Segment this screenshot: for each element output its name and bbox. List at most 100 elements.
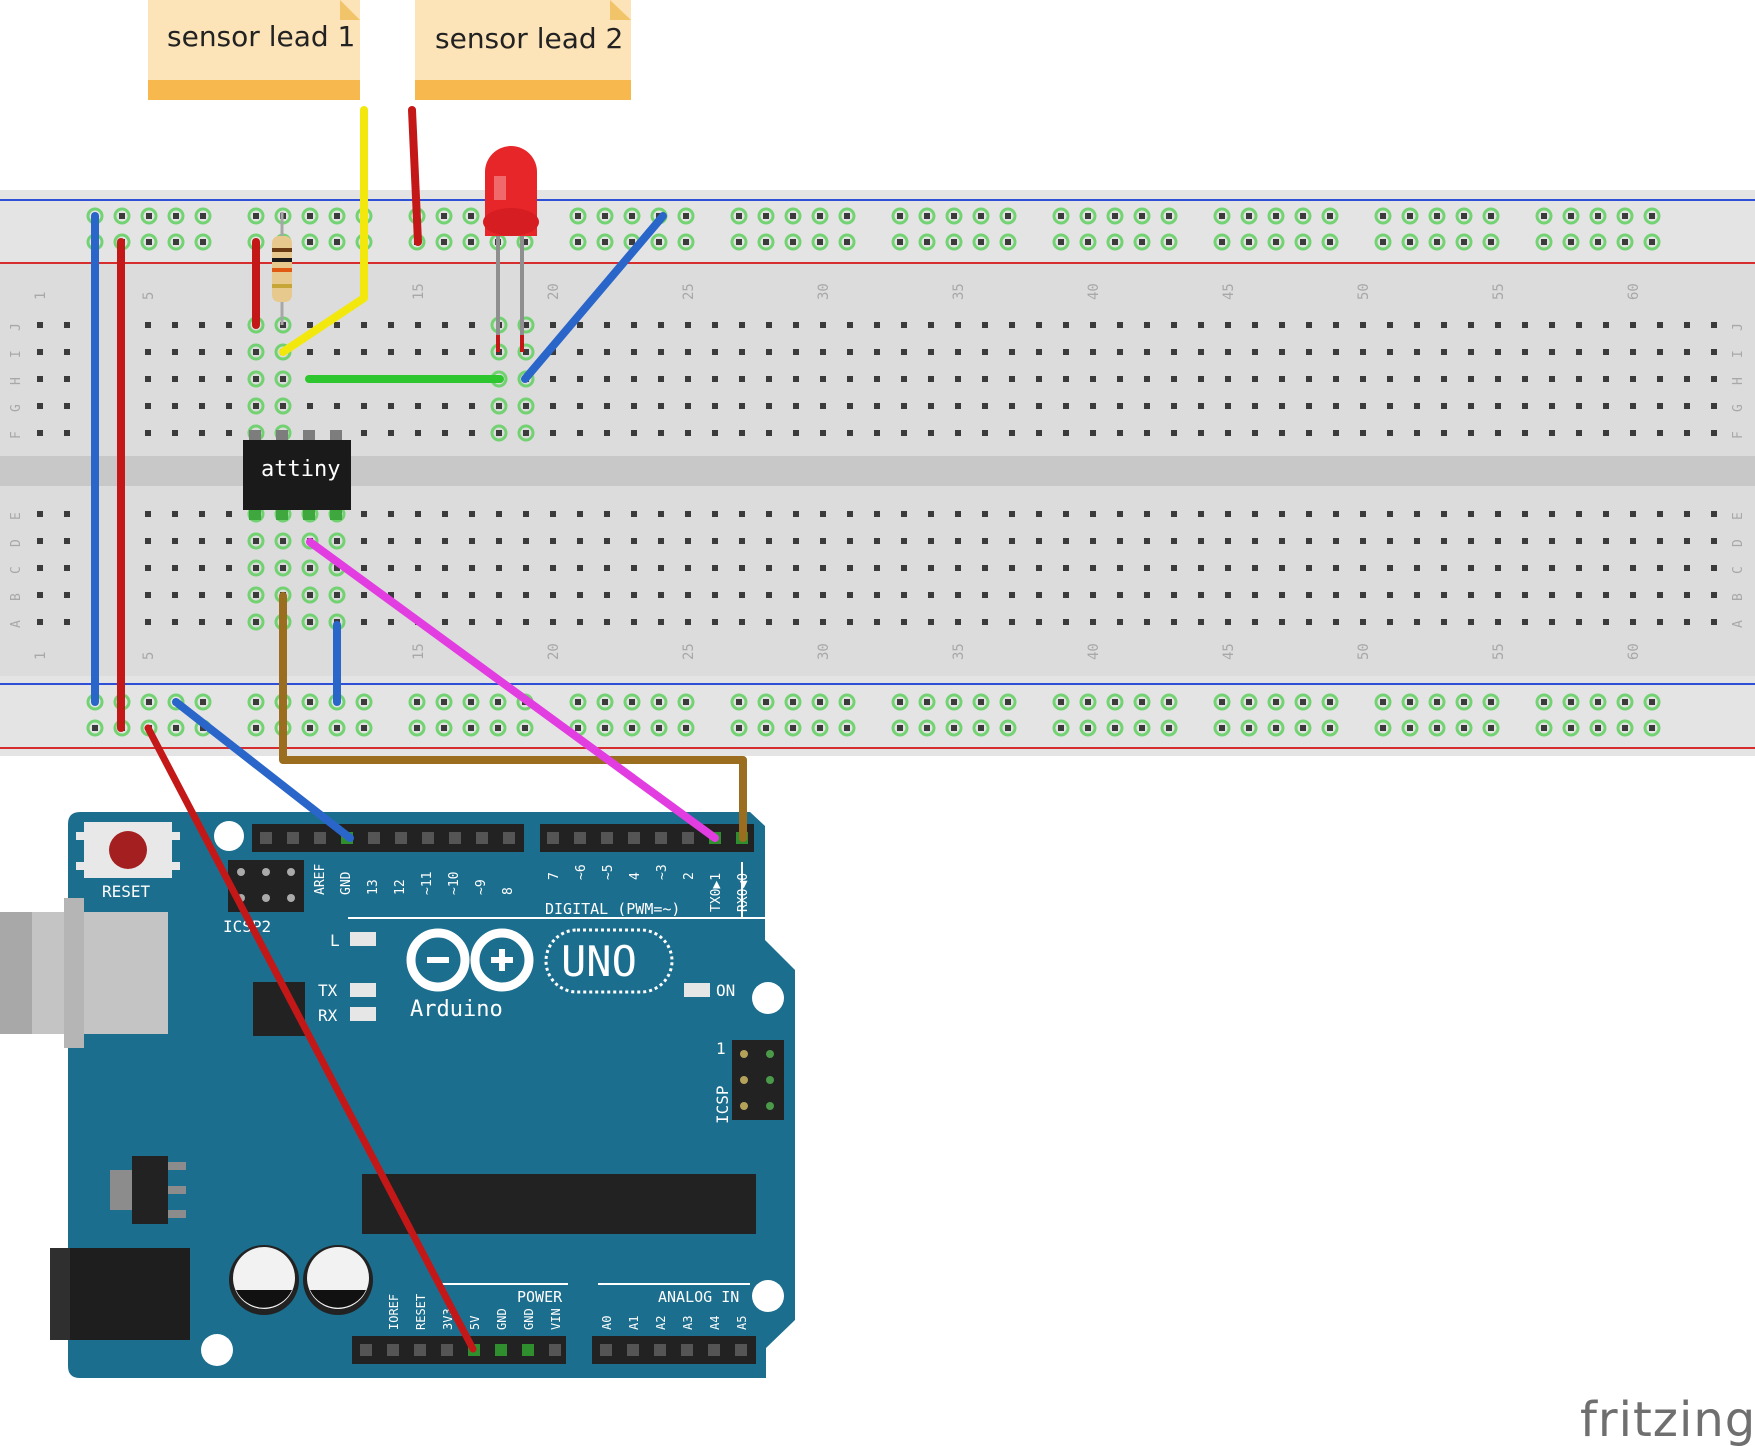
breadboard-hole[interactable] <box>847 430 853 436</box>
rail-hole[interactable] <box>790 239 796 245</box>
rail-hole[interactable] <box>1327 213 1333 219</box>
rail-hole[interactable] <box>1461 213 1467 219</box>
breadboard-hole[interactable] <box>1009 511 1015 517</box>
breadboard-hole[interactable] <box>631 592 637 598</box>
breadboard-hole[interactable] <box>928 349 934 355</box>
rail-hole[interactable] <box>1595 699 1601 705</box>
rail-hole[interactable] <box>1595 239 1601 245</box>
breadboard-hole[interactable] <box>1630 538 1636 544</box>
breadboard-hole[interactable] <box>577 430 583 436</box>
breadboard-hole[interactable] <box>658 322 664 328</box>
breadboard-hole[interactable] <box>1063 376 1069 382</box>
breadboard-hole[interactable] <box>1495 619 1501 625</box>
breadboard-hole[interactable] <box>550 376 556 382</box>
breadboard-hole[interactable] <box>226 430 232 436</box>
breadboard-hole[interactable] <box>1306 511 1312 517</box>
rail-hole[interactable] <box>1166 699 1172 705</box>
rail-hole[interactable] <box>1434 725 1440 731</box>
rail-hole[interactable] <box>495 725 501 731</box>
rail-hole[interactable] <box>1246 213 1252 219</box>
breadboard-hole[interactable] <box>37 322 43 328</box>
breadboard-hole[interactable] <box>739 511 745 517</box>
breadboard-hole[interactable] <box>1522 376 1528 382</box>
breadboard-hole[interactable] <box>469 619 475 625</box>
breadboard-hole[interactable] <box>1198 565 1204 571</box>
breadboard-hole[interactable] <box>496 538 502 544</box>
rail-hole[interactable] <box>1434 239 1440 245</box>
breadboard-hole[interactable] <box>1495 538 1501 544</box>
breadboard-hole[interactable] <box>766 322 772 328</box>
rail-hole[interactable] <box>1005 699 1011 705</box>
breadboard-hole[interactable] <box>199 403 205 409</box>
rail-hole[interactable] <box>1407 699 1413 705</box>
breadboard-hole[interactable] <box>1333 376 1339 382</box>
breadboard-hole[interactable] <box>901 349 907 355</box>
rail-hole[interactable] <box>361 725 367 731</box>
breadboard-hole[interactable] <box>1576 430 1582 436</box>
breadboard-hole[interactable] <box>1036 565 1042 571</box>
breadboard-hole[interactable] <box>1333 538 1339 544</box>
rail-hole[interactable] <box>1568 213 1574 219</box>
rail-hole[interactable] <box>629 725 635 731</box>
breadboard-hole[interactable] <box>1252 511 1258 517</box>
rail-hole[interactable] <box>1166 725 1172 731</box>
breadboard-hole[interactable] <box>712 538 718 544</box>
breadboard-hole[interactable] <box>901 592 907 598</box>
rail-hole[interactable] <box>656 239 662 245</box>
breadboard-hole[interactable] <box>1414 403 1420 409</box>
breadboard-hole[interactable] <box>1279 619 1285 625</box>
breadboard-hole[interactable] <box>928 619 934 625</box>
breadboard-hole[interactable] <box>550 322 556 328</box>
breadboard-hole[interactable] <box>658 430 664 436</box>
breadboard-hole[interactable] <box>37 565 43 571</box>
breadboard-hole[interactable] <box>388 403 394 409</box>
breadboard-hole[interactable] <box>874 538 880 544</box>
rail-hole[interactable] <box>1273 239 1279 245</box>
breadboard-hole[interactable] <box>1657 322 1663 328</box>
breadboard-hole[interactable] <box>1576 322 1582 328</box>
rail-hole[interactable] <box>1058 213 1064 219</box>
breadboard-hole[interactable] <box>577 619 583 625</box>
breadboard-hole[interactable] <box>631 322 637 328</box>
breadboard-hole[interactable] <box>1144 403 1150 409</box>
breadboard-hole[interactable] <box>1279 592 1285 598</box>
breadboard-hole[interactable] <box>1630 403 1636 409</box>
breadboard-hole[interactable] <box>1630 430 1636 436</box>
rail-hole[interactable] <box>1595 213 1601 219</box>
breadboard-hole[interactable] <box>1090 619 1096 625</box>
rail-hole[interactable] <box>924 725 930 731</box>
rail-hole[interactable] <box>334 725 340 731</box>
breadboard-hole[interactable] <box>1360 322 1366 328</box>
breadboard-hole[interactable] <box>766 511 772 517</box>
breadboard-hole[interactable] <box>874 376 880 382</box>
breadboard-hole[interactable] <box>1576 619 1582 625</box>
breadboard-hole[interactable] <box>1657 403 1663 409</box>
rail-hole[interactable] <box>817 699 823 705</box>
rail-hole[interactable] <box>414 699 420 705</box>
breadboard-hole[interactable] <box>469 430 475 436</box>
breadboard-hole[interactable] <box>1144 430 1150 436</box>
breadboard-hole[interactable] <box>37 430 43 436</box>
breadboard-hole[interactable] <box>1252 565 1258 571</box>
breadboard-hole[interactable] <box>847 349 853 355</box>
breadboard-hole[interactable] <box>631 511 637 517</box>
breadboard-hole[interactable] <box>442 322 448 328</box>
breadboard-hole[interactable] <box>955 349 961 355</box>
breadboard-hole[interactable] <box>145 376 151 382</box>
breadboard-hole[interactable] <box>1225 349 1231 355</box>
breadboard-hole[interactable] <box>1711 565 1717 571</box>
breadboard-hole[interactable] <box>631 376 637 382</box>
breadboard-hole[interactable] <box>226 538 232 544</box>
header-pin[interactable] <box>735 1344 747 1356</box>
breadboard-hole[interactable] <box>793 376 799 382</box>
breadboard-hole[interactable] <box>226 565 232 571</box>
rail-hole[interactable] <box>1112 239 1118 245</box>
breadboard-hole[interactable] <box>172 349 178 355</box>
arduino-uno-board[interactable]: RESET ICSP2 L TX RX ON Arduino UNO 1 ICS… <box>0 812 795 1378</box>
rail-hole[interactable] <box>817 725 823 731</box>
breadboard-hole[interactable] <box>496 403 502 409</box>
breadboard-hole[interactable] <box>334 322 340 328</box>
breadboard-hole[interactable] <box>1090 430 1096 436</box>
breadboard-hole[interactable] <box>793 592 799 598</box>
breadboard-hole[interactable] <box>1603 349 1609 355</box>
